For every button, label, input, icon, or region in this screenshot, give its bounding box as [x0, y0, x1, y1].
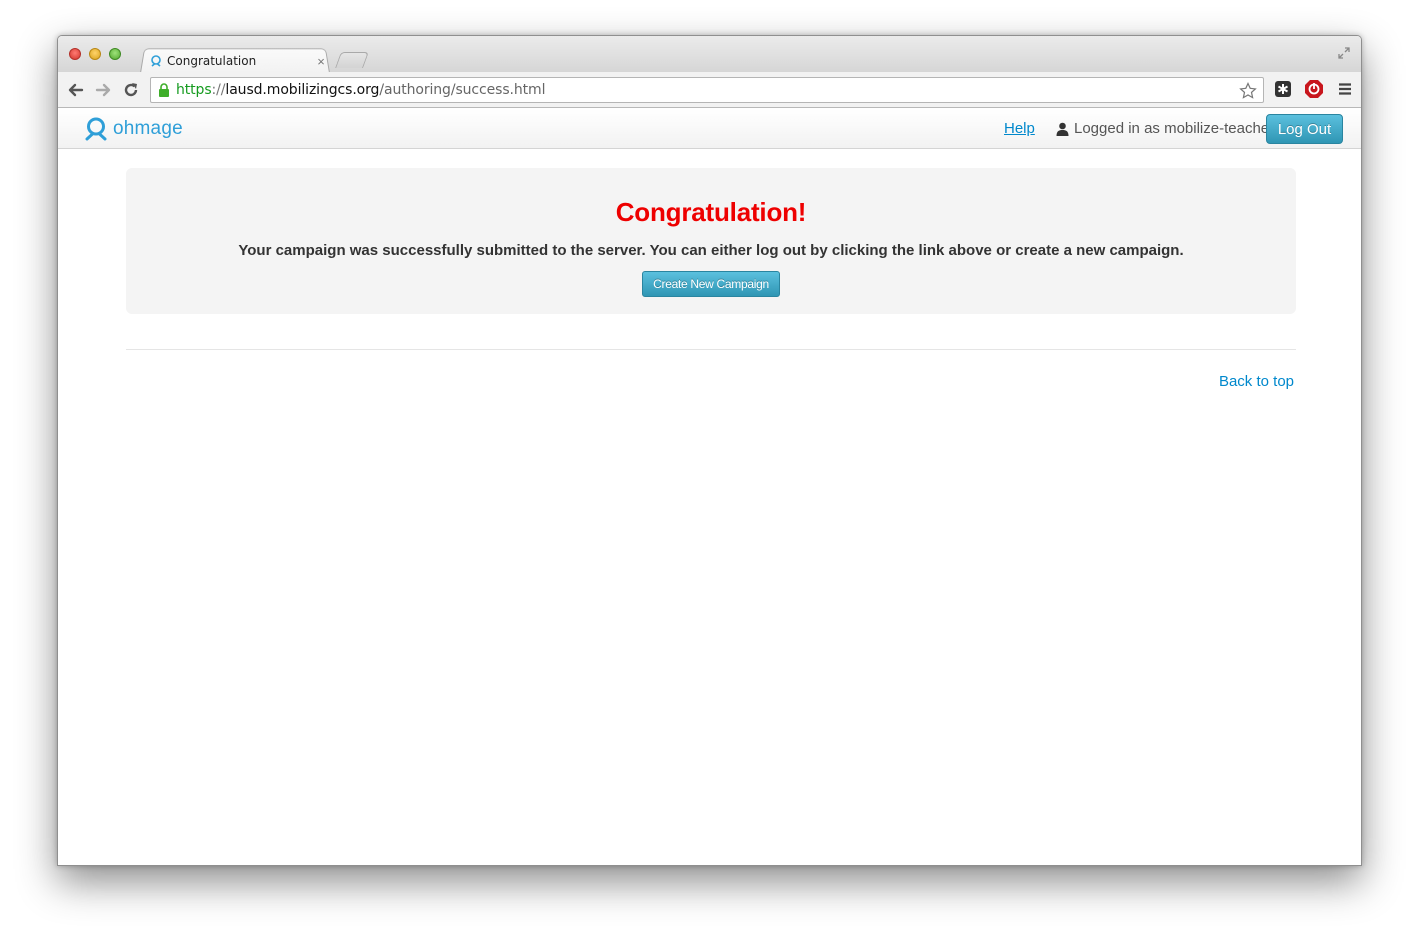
window-close-button[interactable]: [69, 48, 81, 60]
address-bar[interactable]: https://lausd.mobilizingcs.org/authoring…: [150, 77, 1264, 103]
brand-logo[interactable]: ohmage: [85, 117, 183, 141]
ohmage-logo-icon: [85, 117, 107, 141]
page-content: ohmage Help Logged in as mobilize-teache…: [58, 109, 1361, 865]
url-path: /authoring/success.html: [379, 82, 546, 98]
back-icon[interactable]: [66, 80, 86, 100]
logout-button[interactable]: Log Out: [1266, 114, 1343, 144]
forward-icon[interactable]: [93, 80, 113, 100]
user-icon: [1056, 122, 1069, 136]
url-separator: ://: [211, 82, 226, 98]
tab-active[interactable]: Congratulation ×: [150, 52, 328, 70]
brand-name: ohmage: [113, 118, 183, 139]
logged-in-label: Logged in as mobilize-teacher: [1074, 120, 1275, 137]
success-message: Your campaign was successfully submitted…: [238, 242, 1184, 259]
browser-toolbar: https://lausd.mobilizingcs.org/authoring…: [58, 72, 1361, 108]
star-icon[interactable]: [1239, 82, 1257, 100]
logged-in-status: Logged in as mobilize-teacher: [1056, 120, 1274, 137]
url-host: lausd.mobilizingcs.org: [225, 82, 380, 98]
help-link[interactable]: Help: [1004, 120, 1035, 137]
tab-close-icon[interactable]: ×: [314, 54, 328, 69]
url-text: https://lausd.mobilizingcs.org/authoring…: [176, 82, 545, 98]
browser-window: Congratulation × https://lausd.mobilizin…: [57, 35, 1362, 866]
back-to-top-link[interactable]: Back to top: [1219, 373, 1294, 390]
window-maximize-button[interactable]: [109, 48, 121, 60]
window-minimize-button[interactable]: [89, 48, 101, 60]
new-tab-button[interactable]: [335, 52, 369, 68]
footer-divider: [126, 349, 1296, 350]
ohmage-favicon-icon: [151, 55, 161, 67]
tab-title: Congratulation: [167, 54, 257, 68]
lock-icon: [159, 83, 169, 97]
success-hero-unit: Congratulation! Your campaign was succes…: [126, 168, 1296, 314]
page-title: Congratulation!: [615, 197, 807, 227]
tab-strip: Congratulation ×: [58, 36, 1361, 73]
stop-extension-icon[interactable]: [1304, 79, 1324, 99]
menu-icon[interactable]: [1335, 79, 1355, 99]
top-navbar: ohmage Help Logged in as mobilize-teache…: [58, 109, 1361, 149]
reload-icon[interactable]: [121, 80, 141, 100]
extension-icon[interactable]: [1273, 79, 1293, 99]
create-new-campaign-button[interactable]: Create New Campaign: [642, 271, 780, 297]
fullscreen-icon[interactable]: [1337, 46, 1351, 60]
url-scheme: https: [176, 82, 212, 98]
